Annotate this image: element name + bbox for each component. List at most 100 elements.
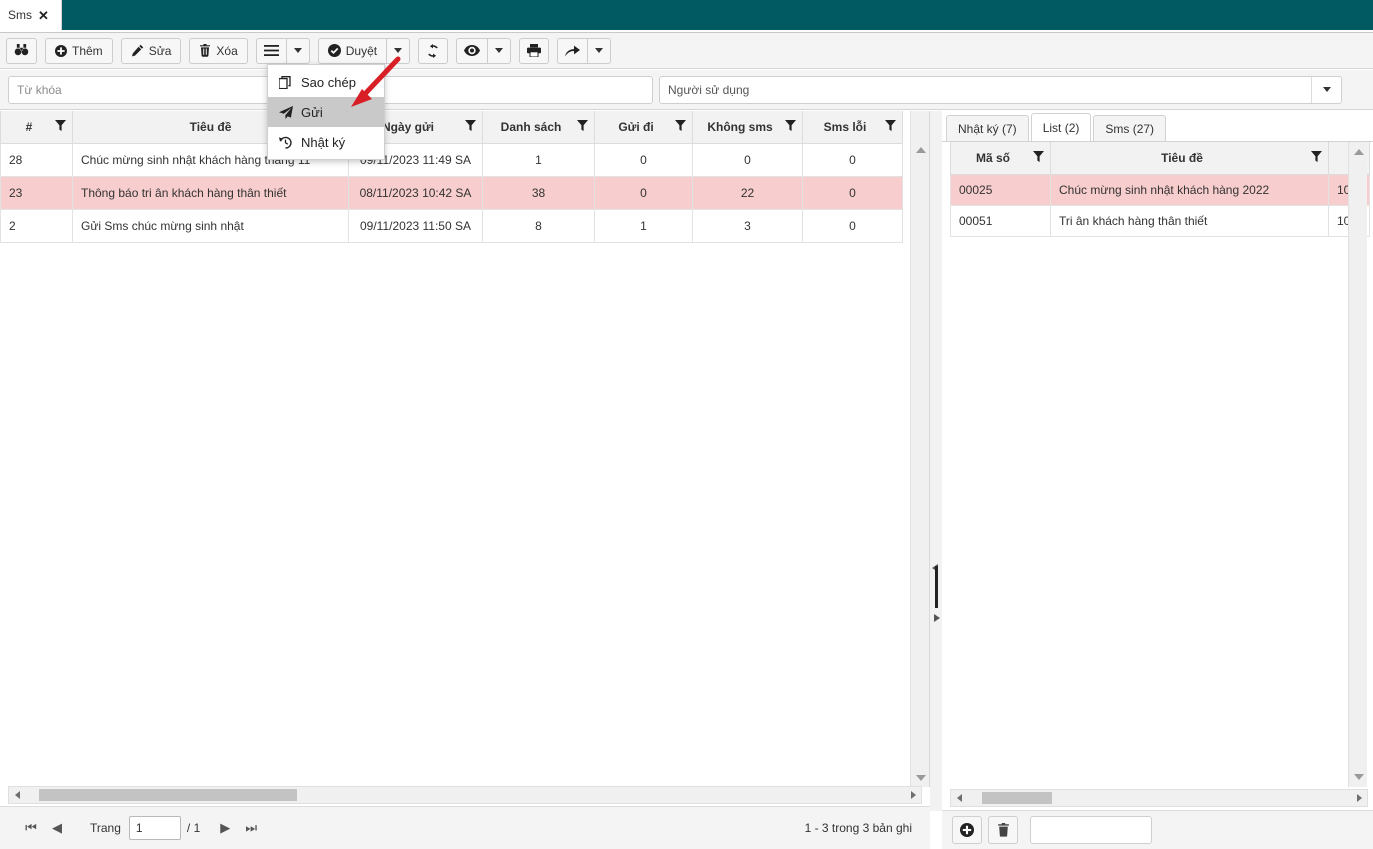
edit-button-label: Sửa: [148, 43, 172, 58]
prev-page-button[interactable]: ◀: [44, 815, 70, 841]
table-cell: 23: [0, 175, 73, 210]
more-menu-caret-button[interactable]: [285, 37, 310, 64]
print-button[interactable]: [519, 37, 550, 64]
delete-button-label: Xóa: [216, 43, 238, 58]
column-filter-icon[interactable]: [885, 119, 896, 134]
detail-tab-label: Sms (27): [1105, 121, 1155, 136]
detail-table-row[interactable]: 00025 Chúc mừng sinh nhật khách hàng 2022…: [950, 173, 1370, 206]
scroll-left-icon[interactable]: [951, 790, 967, 806]
edit-button[interactable]: Sửa: [120, 37, 182, 64]
delete-button[interactable]: Xóa: [189, 37, 248, 64]
detail-tab-label: Nhật ký (7): [958, 121, 1017, 136]
toolbar-group-add: Thêm: [45, 37, 113, 64]
column-header-6[interactable]: Sms lỗi: [802, 111, 903, 144]
menu-item-2[interactable]: Nhật ký: [268, 127, 384, 157]
hscroll-thumb[interactable]: [39, 789, 297, 801]
column-filter-icon[interactable]: [55, 119, 66, 134]
first-page-button[interactable]: ⏮: [18, 815, 44, 841]
column-filter-icon[interactable]: [577, 119, 588, 134]
column-header-3[interactable]: Danh sách: [482, 111, 595, 144]
detail-hscroll-track[interactable]: [967, 791, 1351, 805]
scroll-up-icon[interactable]: [911, 141, 931, 159]
left-grid-horizontal-scrollbar[interactable]: [8, 786, 922, 804]
scroll-down-icon[interactable]: [1349, 769, 1368, 785]
column-header-0[interactable]: #: [0, 111, 73, 144]
binoculars-icon: [14, 43, 29, 58]
plus-circle-icon: [55, 44, 67, 57]
splitter-handle[interactable]: [935, 566, 938, 608]
detail-vertical-scrollbar[interactable]: [1348, 142, 1367, 787]
add-button[interactable]: Thêm: [45, 37, 113, 64]
refresh-button[interactable]: [418, 37, 449, 64]
scroll-right-icon[interactable]: [905, 787, 921, 803]
detail-horizontal-scrollbar[interactable]: [950, 789, 1368, 807]
view-button[interactable]: [456, 37, 488, 64]
table-cell: 0: [594, 175, 693, 210]
more-menu-button[interactable]: [255, 37, 286, 64]
scroll-up-icon[interactable]: [1349, 144, 1368, 160]
detail-column-header-0[interactable]: Mã số: [950, 142, 1051, 175]
detail-column-header-1[interactable]: Tiêu đề: [1050, 142, 1329, 175]
table-cell: 2: [0, 208, 73, 243]
chevron-down-icon: [394, 48, 403, 53]
detail-tab-0[interactable]: Nhật ký (7): [946, 115, 1029, 141]
close-icon[interactable]: ✕: [38, 9, 49, 22]
table-row[interactable]: 23 Thông báo tri ân khách hàng thân thiết…: [0, 175, 903, 210]
pencil-icon: [131, 44, 144, 57]
table-cell: 08/11/2023 10:42 SA: [348, 175, 483, 210]
column-header-5[interactable]: Không sms: [692, 111, 803, 144]
table-row[interactable]: 2 Gửi Sms chúc mừng sinh nhật 09/11/2023 1…: [0, 208, 903, 243]
detail-tabs: Nhật ký (7) List (2) Sms (27): [942, 111, 1373, 141]
detail-hscroll-thumb[interactable]: [982, 792, 1052, 804]
table-cell: 09/11/2023 11:50 SA: [348, 208, 483, 243]
hscroll-track[interactable]: [25, 788, 905, 802]
column-filter-icon[interactable]: [1311, 150, 1322, 165]
approve-button[interactable]: Duyệt: [317, 37, 387, 64]
export-caret-button[interactable]: [587, 37, 612, 64]
table-cell: 28: [0, 142, 73, 177]
detail-table-row[interactable]: 00051Tri ân khách hàng thân thiết10.00: [950, 204, 1370, 237]
printer-icon: [527, 44, 542, 57]
approve-caret-button[interactable]: [386, 37, 411, 64]
detail-tab-1[interactable]: List (2): [1030, 113, 1092, 141]
menu-item-0[interactable]: Sao chép: [268, 67, 384, 97]
hamburger-icon: [263, 45, 279, 56]
user-select[interactable]: Người sử dụng: [659, 75, 1342, 104]
toolbar-group-view: [456, 37, 512, 64]
eye-icon: [464, 45, 481, 56]
table-row[interactable]: 28 Chúc mừng sinh nhật khách hàng tháng 1…: [0, 142, 903, 177]
app-tab-sms[interactable]: Sms ✕: [0, 0, 62, 30]
scroll-left-icon[interactable]: [9, 787, 25, 803]
trash-icon: [199, 44, 211, 57]
page-number-input[interactable]: [128, 816, 181, 840]
detail-search-input[interactable]: [1030, 816, 1152, 844]
toolbar-group-approve: Duyệt: [317, 37, 411, 64]
column-filter-icon[interactable]: [465, 119, 476, 134]
pagination-bar: ⏮ ◀ Trang / 1 ▶ ⏭ 1 - 3 trong 3 bản ghi: [0, 806, 930, 849]
toolbar-group-search: [6, 37, 37, 64]
scroll-right-icon[interactable]: [1351, 790, 1367, 806]
toolbar-group-more: [255, 37, 310, 64]
menu-item-1[interactable]: Gửi: [268, 97, 384, 127]
column-filter-icon[interactable]: [675, 119, 686, 134]
export-button[interactable]: [557, 37, 588, 64]
last-page-button[interactable]: ⏭: [238, 815, 264, 841]
detail-panel: Nhật ký (7) List (2) Sms (27) Mã số Tiêu đề…: [942, 111, 1373, 811]
view-caret-button[interactable]: [487, 37, 512, 64]
next-page-button[interactable]: ▶: [212, 815, 238, 841]
detail-delete-button[interactable]: [988, 816, 1018, 844]
scroll-down-icon[interactable]: [911, 769, 931, 787]
splitter-collapse-right-icon[interactable]: [932, 611, 940, 625]
column-filter-icon[interactable]: [1033, 150, 1044, 165]
user-select-caret[interactable]: [1311, 76, 1341, 103]
menu-item-label: Sao chép: [301, 74, 356, 90]
detail-add-button[interactable]: [952, 816, 982, 844]
detail-tab-2[interactable]: Sms (27): [1093, 115, 1167, 141]
column-filter-icon[interactable]: [785, 119, 796, 134]
menu-item-label: Nhật ký: [301, 134, 346, 150]
panel-splitter[interactable]: [930, 111, 942, 811]
search-button[interactable]: [6, 37, 37, 64]
column-header-4[interactable]: Gửi đi: [594, 111, 693, 144]
chevron-down-icon: [1322, 87, 1331, 92]
left-grid-vertical-scrollbar[interactable]: [910, 111, 930, 787]
